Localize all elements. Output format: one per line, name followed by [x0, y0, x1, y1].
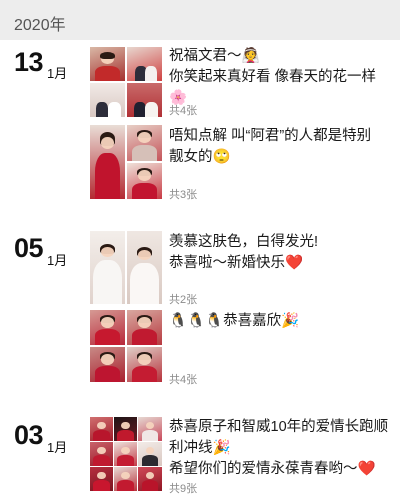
post-text: 唔知点解 叫“阿君”的人都是特别 靓女的🙄 [169, 126, 391, 168]
photo-thumbnail[interactable] [90, 125, 125, 199]
photo-thumbnail[interactable] [90, 47, 125, 81]
post-text-line: 靓女的🙄 [169, 149, 231, 165]
photo-thumbnail[interactable] [90, 310, 125, 345]
post-text-line: 希望你们的爱情永葆青春哟～❤️ [169, 461, 376, 477]
photo-grid[interactable] [90, 310, 162, 382]
post-text-line: 你笑起来真好看 像春天的花一样🌸 [169, 69, 377, 106]
photo-thumbnail[interactable] [127, 347, 162, 382]
post-text: 恭喜原子和智威10年的爱情长跑顺 利冲线🎉 希望你们的爱情永葆青春哟～❤️ [169, 417, 391, 480]
photo-thumbnail[interactable] [138, 417, 162, 441]
photo-thumbnail[interactable] [90, 467, 113, 491]
photo-thumbnail[interactable] [127, 231, 162, 304]
photo-thumbnail[interactable] [90, 442, 113, 466]
photo-thumbnail[interactable] [127, 125, 162, 161]
photo-count: 共4张 [169, 374, 198, 386]
post-text-line: 祝福文君～👰 [169, 48, 260, 64]
photo-count: 共2张 [169, 294, 198, 306]
photo-count: 共9张 [169, 483, 198, 495]
year-label: 2020年 [14, 17, 66, 34]
post-text: 羡慕这肤色，白得发光! 恭喜啦～新婚快乐❤️ [169, 232, 391, 274]
post-text-line: 恭喜啦～新婚快乐❤️ [169, 255, 304, 271]
post-text-line: 恭喜原子和智威10年的爱情长跑顺 [169, 419, 389, 435]
post-text-line: 唔知点解 叫“阿君”的人都是特别 [169, 128, 372, 144]
photo-grid[interactable] [90, 417, 162, 491]
photo-thumbnail[interactable] [90, 417, 113, 441]
date-month: 1月 [47, 253, 68, 268]
date-day: 13 [14, 47, 44, 77]
photo-thumbnail[interactable] [127, 310, 162, 345]
post-text-line: 🐧🐧🐧恭喜嘉欣🎉 [169, 313, 300, 329]
photo-thumbnail[interactable] [90, 83, 125, 117]
date-day: 05 [14, 233, 44, 263]
photo-count: 共3张 [169, 189, 198, 201]
photo-grid[interactable] [90, 231, 162, 304]
photo-grid[interactable] [90, 47, 162, 117]
photo-thumbnail[interactable] [138, 442, 162, 466]
date-month: 1月 [47, 66, 68, 81]
photo-thumbnail[interactable] [127, 47, 162, 81]
photo-thumbnail[interactable] [127, 163, 162, 199]
post-text-line: 利冲线🎉 [169, 440, 231, 456]
photo-thumbnail[interactable] [90, 347, 125, 382]
post-text-line: 羡慕这肤色，白得发光! [169, 234, 319, 250]
photo-thumbnail[interactable] [90, 231, 125, 304]
photo-thumbnail[interactable] [127, 83, 162, 117]
photo-count: 共4张 [169, 105, 198, 117]
post-text: 祝福文君～👰 你笑起来真好看 像春天的花一样🌸 [169, 46, 391, 109]
date-month: 1月 [47, 440, 68, 455]
year-header: 2020年 [0, 0, 400, 40]
photo-thumbnail[interactable] [114, 417, 137, 441]
photo-thumbnail[interactable] [114, 467, 137, 491]
photo-thumbnail[interactable] [138, 467, 162, 491]
photo-grid[interactable] [90, 125, 162, 199]
post-text: 🐧🐧🐧恭喜嘉欣🎉 [169, 311, 391, 332]
date-day: 03 [14, 420, 44, 450]
photo-thumbnail[interactable] [114, 442, 137, 466]
